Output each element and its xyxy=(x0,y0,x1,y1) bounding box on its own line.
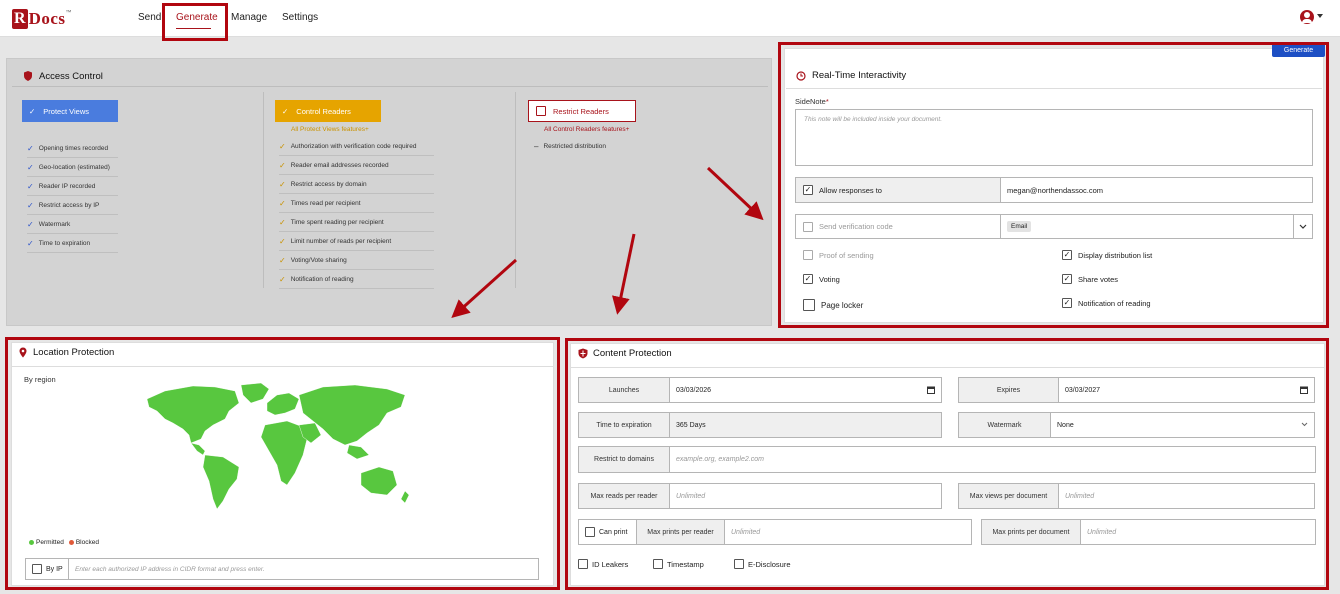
arrow-to-content xyxy=(612,233,636,315)
arrow-to-location xyxy=(451,258,518,319)
annotation-arrows xyxy=(451,166,764,319)
arrow-to-rti xyxy=(706,166,764,221)
